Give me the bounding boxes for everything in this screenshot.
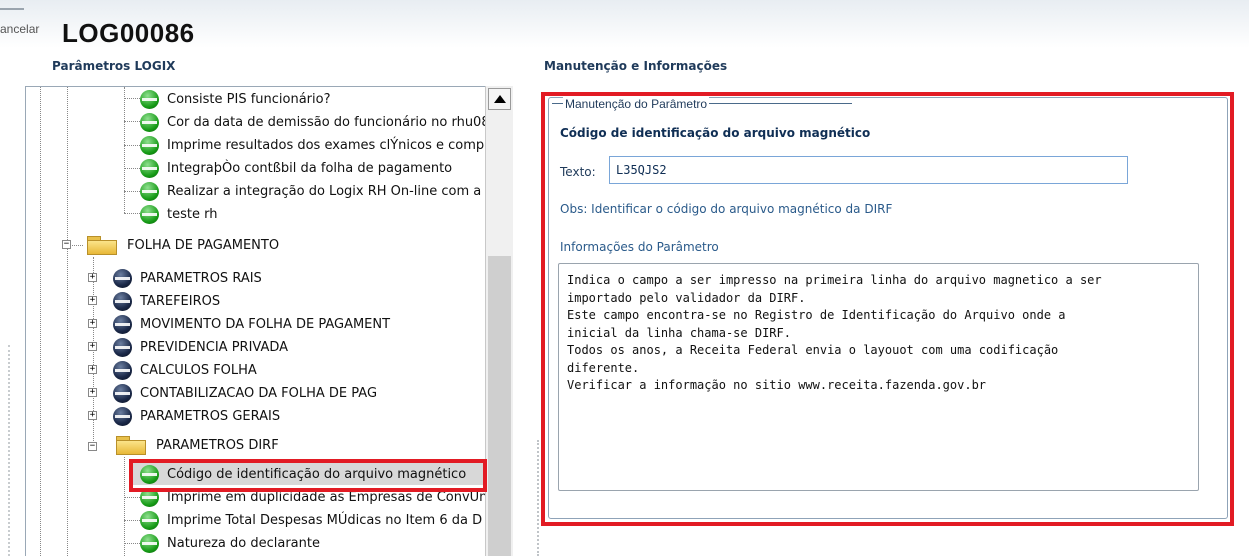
tree-guide (67, 87, 68, 556)
tree-folder[interactable]: PARAMETROS DIRF (116, 434, 279, 456)
splitter-dots[interactable] (537, 440, 539, 556)
tree-guide (124, 497, 140, 498)
tree-group-label: CONTABILIZACAO DA FOLHA DE PAG (140, 385, 378, 401)
tree-item-label: Realizar a integração do Logix RH On-lin… (167, 183, 490, 199)
expand-toggle[interactable]: + (88, 411, 97, 420)
expand-toggle[interactable]: + (88, 388, 97, 397)
tree-guide (124, 121, 140, 122)
tree-group[interactable]: PARAMETROS RAIS (113, 267, 262, 289)
tree-guide (124, 213, 140, 214)
folder-open-icon (116, 434, 146, 456)
tree-item[interactable]: Imprime resultados dos exames clÝnicos e… (140, 134, 488, 156)
tree-group-label: TAREFEIROS (140, 293, 221, 309)
tree-group-label: MOVIMENTO DA FOLHA DE PAGAMENT (140, 316, 391, 332)
tree-guide (124, 145, 140, 146)
program-title: LOG00086 (62, 18, 195, 48)
tree-group[interactable]: MOVIMENTO DA FOLHA DE PAGAMENT (113, 313, 390, 335)
tree-item-label: IntegraþÒo contßbil da folha de pagament… (167, 160, 453, 176)
group-dark-icon (113, 291, 132, 311)
tree-guide (124, 191, 140, 192)
parameter-green-icon (140, 89, 159, 109)
splitter-dots[interactable] (8, 345, 10, 556)
scroll-thumb[interactable] (488, 256, 511, 556)
tree-guide (124, 543, 140, 544)
parameter-green-icon (140, 181, 159, 201)
tree-item-label: Cor da data de demissão do funcionário n… (167, 114, 498, 130)
tree-group-label: CALCULOS FOLHA (140, 362, 257, 378)
tree-guide (124, 168, 140, 169)
tree-item[interactable]: IntegraþÒo contßbil da folha de pagament… (140, 157, 452, 179)
expand-toggle[interactable]: + (88, 296, 97, 305)
tree-guide (124, 87, 125, 213)
tree-item[interactable]: Consiste PIS funcionário? (140, 88, 331, 110)
parameter-green-icon (140, 135, 159, 155)
cancel-separator (0, 8, 24, 10)
tree-scrollbar[interactable] (485, 86, 513, 556)
tree-item[interactable]: teste rh (140, 203, 217, 225)
parameter-green-icon (140, 510, 159, 530)
tree-group-label: PARAMETROS RAIS (140, 270, 262, 286)
right-panel-title: Manutenção e Informações (544, 59, 728, 73)
parameter-green-icon (140, 204, 159, 224)
cancel-button[interactable]: ancelar (0, 22, 39, 36)
group-dark-icon (113, 383, 132, 403)
tree-item-label: Imprime resultados dos exames clÝnicos e… (167, 137, 488, 153)
tree-group-label: PARAMETROS GERAIS (140, 408, 281, 424)
tree-folder-label: PARAMETROS DIRF (156, 437, 279, 453)
tree-item-label: teste rh (167, 206, 218, 222)
tree-group[interactable]: TAREFEIROS (113, 290, 220, 312)
scroll-up-arrow-icon[interactable] (488, 88, 511, 110)
left-panel-title: Parâmetros LOGIX (52, 59, 176, 73)
group-dark-icon (113, 268, 132, 288)
annotation-highlight-box (541, 92, 1234, 526)
tree-guide (124, 98, 140, 99)
group-dark-icon (113, 360, 132, 380)
tree-group[interactable]: PARAMETROS GERAIS (113, 405, 280, 427)
expand-toggle[interactable]: + (88, 365, 97, 374)
parameter-green-icon (140, 158, 159, 178)
tree-item[interactable]: Natureza do declarante (140, 532, 320, 554)
expand-toggle[interactable]: + (88, 319, 97, 328)
parameter-green-icon (140, 112, 159, 132)
tree-folder-label: FOLHA DE PAGAMENTO (127, 237, 280, 253)
tree-item-label: Consiste PIS funcionário? (167, 91, 331, 107)
tree-group[interactable]: PREVIDENCIA PRIVADA (113, 336, 288, 358)
group-dark-icon (113, 406, 132, 426)
tree-guide (124, 520, 140, 521)
tree-group[interactable]: CONTABILIZACAO DA FOLHA DE PAG (113, 382, 377, 404)
expand-toggle[interactable]: + (88, 342, 97, 351)
tree-item[interactable]: Cor da data de demissão do funcionário n… (140, 111, 498, 133)
tree-item-label: Imprime Total Despesas MÚdicas no Item 6… (167, 512, 483, 528)
expand-toggle[interactable]: + (88, 273, 97, 282)
tree-group-label: PREVIDENCIA PRIVADA (140, 339, 289, 355)
tree-group[interactable]: CALCULOS FOLHA (113, 359, 257, 381)
tree-guide (40, 87, 41, 556)
group-dark-icon (113, 314, 132, 334)
collapse-toggle[interactable]: − (88, 442, 97, 451)
tree-item[interactable]: Imprime Total Despesas MÚdicas no Item 6… (140, 509, 482, 531)
collapse-toggle[interactable]: − (62, 240, 71, 249)
tree-item[interactable]: Realizar a integração do Logix RH On-lin… (140, 180, 490, 202)
parameter-green-icon (140, 533, 159, 553)
folder-open-icon (87, 234, 117, 256)
annotation-highlight-box (129, 459, 487, 492)
tree-item-label: Natureza do declarante (167, 535, 320, 551)
group-dark-icon (113, 337, 132, 357)
tree-folder[interactable]: FOLHA DE PAGAMENTO (87, 234, 279, 256)
tree-guide (124, 457, 125, 556)
